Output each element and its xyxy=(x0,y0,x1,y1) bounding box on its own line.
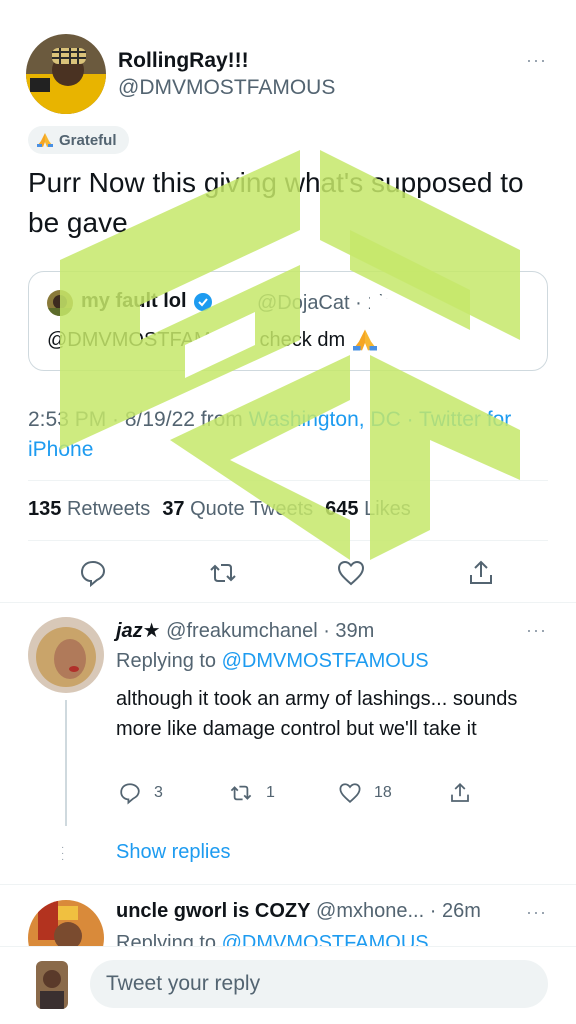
quoted-author-avatar xyxy=(47,290,73,316)
thread-line xyxy=(65,700,67,826)
author-handle[interactable]: @DMVMOSTFAMOUS xyxy=(118,76,335,100)
quoted-handle-time: @DojaCat · 1h xyxy=(257,292,390,314)
tweet-timestamp: 2:53 PM · 8/19/22 from Washington, DC · … xyxy=(28,405,548,465)
reply-header: uncle gworl is COZY @mxhone... · 26m xyxy=(116,900,481,923)
likes-count: 645 xyxy=(325,498,359,520)
praying-hands-icon xyxy=(37,133,53,147)
current-user-avatar[interactable] xyxy=(36,961,68,1009)
retweets-count: 135 xyxy=(28,498,62,520)
divider xyxy=(0,602,576,603)
reply-author-avatar[interactable] xyxy=(28,617,104,693)
retweet-icon xyxy=(230,785,252,801)
reply-like-count: 18 xyxy=(374,784,392,801)
divider xyxy=(0,884,576,885)
ellipsis-icon[interactable]: ··· xyxy=(526,51,547,69)
like-icon[interactable] xyxy=(336,558,366,588)
verified-badge-icon xyxy=(193,292,212,311)
author-display-name[interactable]: RollingRay!!! xyxy=(118,49,249,73)
reply-text: although it took an army of lashings... … xyxy=(116,688,518,740)
quoted-author-name: my fault lol xyxy=(81,290,213,313)
reply-retweet-button[interactable]: 1 xyxy=(228,781,275,805)
divider xyxy=(28,480,548,481)
reply-handle-time[interactable]: @freakumchanel · 39m xyxy=(166,620,374,642)
ellipsis-icon[interactable]: ··· xyxy=(526,621,547,639)
tweet-text: Purr Now this giving what's supposed to … xyxy=(28,167,524,238)
quote-tweets-stat[interactable]: 37 Quote Tweets xyxy=(162,498,313,521)
quoted-tweet-text: @DMVMOSTFAMOUS check dm xyxy=(47,328,379,352)
quoted-tweet[interactable]: my fault lol @DojaCat · 1h @DMVMOSTFAMOU… xyxy=(28,271,548,371)
praying-hands-icon xyxy=(353,329,378,351)
quote-tweets-count: 37 xyxy=(162,498,185,520)
ellipsis-icon[interactable]: ··· xyxy=(526,903,547,921)
retweets-stat[interactable]: 135 Retweets xyxy=(28,498,150,521)
tweet-actions xyxy=(0,558,576,588)
quoted-author-display-name: my fault lol xyxy=(81,290,187,312)
reply-retweet-count: 1 xyxy=(266,784,275,801)
tweet-time-date: 2:53 PM · 8/19/22 xyxy=(28,408,195,431)
mood-badge[interactable]: Grateful xyxy=(28,126,129,154)
likes-label: Likes xyxy=(364,498,411,520)
likes-stat[interactable]: 645 Likes xyxy=(325,498,411,521)
show-replies-link[interactable]: Show replies xyxy=(116,841,231,864)
replying-to-label: Replying to xyxy=(116,650,217,672)
retweet-icon[interactable] xyxy=(208,558,238,588)
replying-to: Replying to @DMVMOSTFAMOUS xyxy=(116,650,429,673)
reply-author-name[interactable]: jaz★ xyxy=(116,620,161,642)
tweet-location-link[interactable]: Washington, DC xyxy=(249,408,401,431)
thread-dots-icon: · · · xyxy=(61,842,65,865)
share-icon[interactable] xyxy=(448,781,472,805)
quote-tweets-label: Quote Tweets xyxy=(190,498,314,520)
reply-reply-count: 3 xyxy=(154,784,163,801)
reply-handle-time[interactable]: @mxhone... · 26m xyxy=(316,900,481,922)
reply-header: jaz★ @freakumchanel · 39m xyxy=(116,618,374,643)
tweet-from-label: from xyxy=(200,408,243,431)
reply-like-button[interactable]: 18 xyxy=(338,781,392,805)
like-icon xyxy=(339,783,361,803)
reply-icon[interactable] xyxy=(78,558,108,588)
share-icon[interactable] xyxy=(466,558,496,588)
replying-to-handle[interactable]: @DMVMOSTFAMOUS xyxy=(222,650,429,672)
reply-icon xyxy=(120,783,140,805)
retweets-label: Retweets xyxy=(66,498,151,520)
divider xyxy=(28,540,548,541)
author-avatar[interactable] xyxy=(26,34,106,114)
tweet-stats: 135 Retweets 37 Quote Tweets 645 Likes xyxy=(28,498,411,521)
reply-author-name[interactable]: uncle gworl is COZY xyxy=(116,900,310,922)
reply-input[interactable]: Tweet your reply xyxy=(90,960,548,1008)
reply-reply-button[interactable]: 3 xyxy=(118,781,163,805)
mood-badge-label: Grateful xyxy=(59,131,117,149)
quoted-text: @DMVMOSTFAMOUS check dm xyxy=(47,328,346,351)
reply-compose-bar: Tweet your reply xyxy=(0,946,576,1024)
